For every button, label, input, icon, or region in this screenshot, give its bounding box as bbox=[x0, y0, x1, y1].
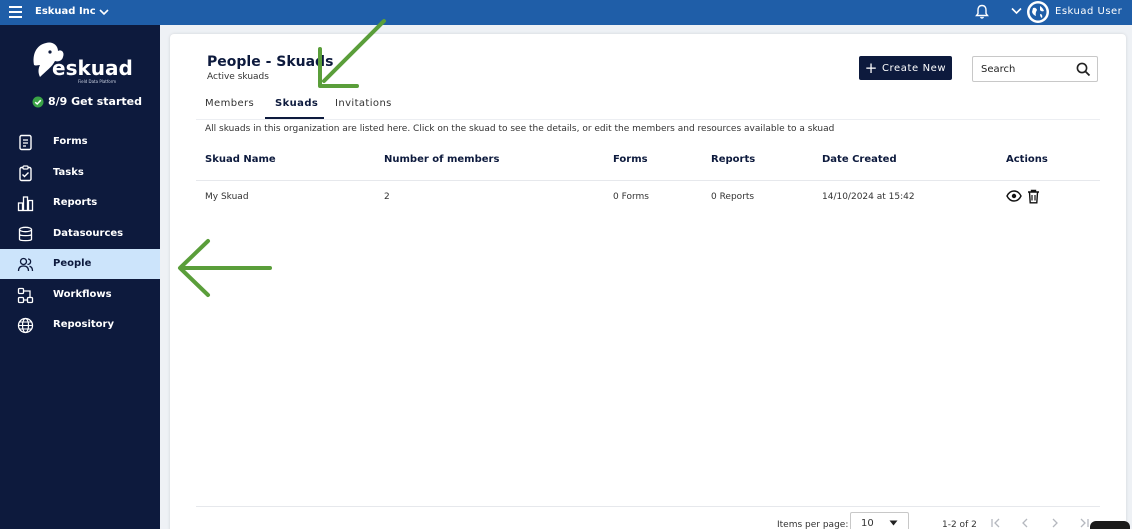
sidebar-item-label: Datasources bbox=[53, 228, 124, 239]
first-page-icon[interactable] bbox=[990, 518, 1002, 528]
cell-members: 2 bbox=[384, 192, 390, 202]
previous-page-icon[interactable] bbox=[1020, 518, 1030, 528]
sidebar-item-people[interactable]: People bbox=[0, 249, 160, 279]
create-new-button[interactable]: + Create New bbox=[859, 56, 952, 80]
get-started-progress[interactable]: 8/9 Get started bbox=[32, 95, 142, 108]
column-header-date-created[interactable]: Date Created bbox=[822, 154, 897, 165]
cell-date-created: 14/10/2024 at 15:42 bbox=[822, 192, 915, 202]
sidebar-item-forms[interactable]: Forms bbox=[0, 127, 160, 157]
main-area: People - Skuads Active skuads + Create N… bbox=[160, 25, 1132, 529]
user-name[interactable]: Eskuad User bbox=[1055, 6, 1122, 17]
eskuad-logo[interactable]: eskuad Field Data Platform bbox=[28, 35, 133, 90]
workflow-icon bbox=[17, 287, 34, 304]
create-new-label: Create New bbox=[881, 62, 947, 74]
active-tab-indicator bbox=[265, 117, 324, 119]
top-bar: Eskuad Inc Eskuad User bbox=[0, 0, 1132, 25]
org-name: Eskuad Inc bbox=[35, 6, 96, 17]
sidebar: eskuad Field Data Platform 8/9 Get start… bbox=[0, 25, 160, 529]
page-subtitle: Active skuads bbox=[207, 72, 269, 82]
cell-reports: 0 Reports bbox=[711, 192, 755, 202]
logo-tagline: Field Data Platform bbox=[78, 79, 116, 84]
delete-trash-icon[interactable] bbox=[1027, 189, 1040, 204]
search-box[interactable] bbox=[972, 56, 1098, 82]
page-title: People - Skuads bbox=[207, 54, 334, 70]
sidebar-item-datasources[interactable]: Datasources bbox=[0, 219, 160, 249]
check-circle-icon bbox=[32, 96, 44, 107]
logo-text: eskuad bbox=[52, 56, 132, 80]
get-started-label: 8/9 Get started bbox=[48, 95, 142, 108]
sidebar-item-repository[interactable]: Repository bbox=[0, 310, 160, 340]
last-page-icon[interactable] bbox=[1078, 518, 1090, 528]
tabs-divider bbox=[196, 119, 1100, 120]
reports-icon bbox=[17, 196, 34, 212]
chevron-down-icon[interactable] bbox=[1011, 7, 1022, 15]
database-icon bbox=[18, 226, 33, 242]
sidebar-item-label: Forms bbox=[53, 136, 88, 147]
column-header-members[interactable]: Number of members bbox=[384, 154, 499, 165]
search-icon[interactable] bbox=[1076, 62, 1091, 77]
items-per-page-label: Items per page: bbox=[777, 520, 849, 529]
org-switcher[interactable]: Eskuad Inc bbox=[35, 6, 109, 17]
avatar[interactable] bbox=[1027, 1, 1049, 23]
column-header-actions: Actions bbox=[1006, 154, 1048, 165]
plus-icon: + bbox=[864, 59, 878, 77]
cell-skuad-name[interactable]: My Skuad bbox=[205, 192, 249, 202]
view-eye-icon[interactable] bbox=[1006, 190, 1022, 202]
sidebar-item-label: Reports bbox=[53, 197, 98, 208]
items-per-page-value: 10 bbox=[861, 518, 874, 529]
tab-skuads[interactable]: Skuads bbox=[275, 98, 318, 109]
column-header-forms[interactable]: Forms bbox=[613, 154, 648, 165]
caret-down-icon bbox=[889, 520, 898, 526]
sidebar-item-reports[interactable]: Reports bbox=[0, 188, 160, 218]
sidebar-item-label: Workflows bbox=[53, 289, 112, 300]
cell-forms: 0 Forms bbox=[613, 192, 649, 202]
pagination-range: 1-2 of 2 bbox=[942, 520, 977, 529]
items-per-page-select[interactable]: 10 bbox=[850, 512, 909, 529]
content-card: People - Skuads Active skuads + Create N… bbox=[170, 34, 1126, 529]
chat-widget[interactable] bbox=[1090, 521, 1130, 529]
tab-members[interactable]: Members bbox=[205, 98, 254, 109]
tab-invitations[interactable]: Invitations bbox=[335, 98, 392, 109]
globe-icon bbox=[1029, 3, 1047, 21]
sidebar-item-label: People bbox=[53, 258, 92, 269]
bell-icon[interactable] bbox=[975, 4, 989, 20]
tasks-icon bbox=[19, 165, 32, 182]
chevron-down-icon bbox=[99, 8, 109, 15]
menu-icon[interactable] bbox=[9, 6, 22, 18]
sidebar-item-label: Repository bbox=[53, 319, 114, 330]
sidebar-item-label: Tasks bbox=[53, 167, 84, 178]
column-header-reports[interactable]: Reports bbox=[711, 154, 755, 165]
forms-icon bbox=[19, 134, 32, 151]
page-description: All skuads in this organization are list… bbox=[205, 124, 835, 134]
footer-divider bbox=[196, 506, 1100, 507]
search-input[interactable] bbox=[981, 61, 1071, 77]
sidebar-item-tasks[interactable]: Tasks bbox=[0, 158, 160, 188]
next-page-icon[interactable] bbox=[1050, 518, 1060, 528]
people-icon bbox=[17, 257, 34, 272]
sidebar-item-workflows[interactable]: Workflows bbox=[0, 280, 160, 310]
globe-icon bbox=[17, 317, 34, 334]
column-header-skuad-name[interactable]: Skuad Name bbox=[205, 154, 276, 165]
